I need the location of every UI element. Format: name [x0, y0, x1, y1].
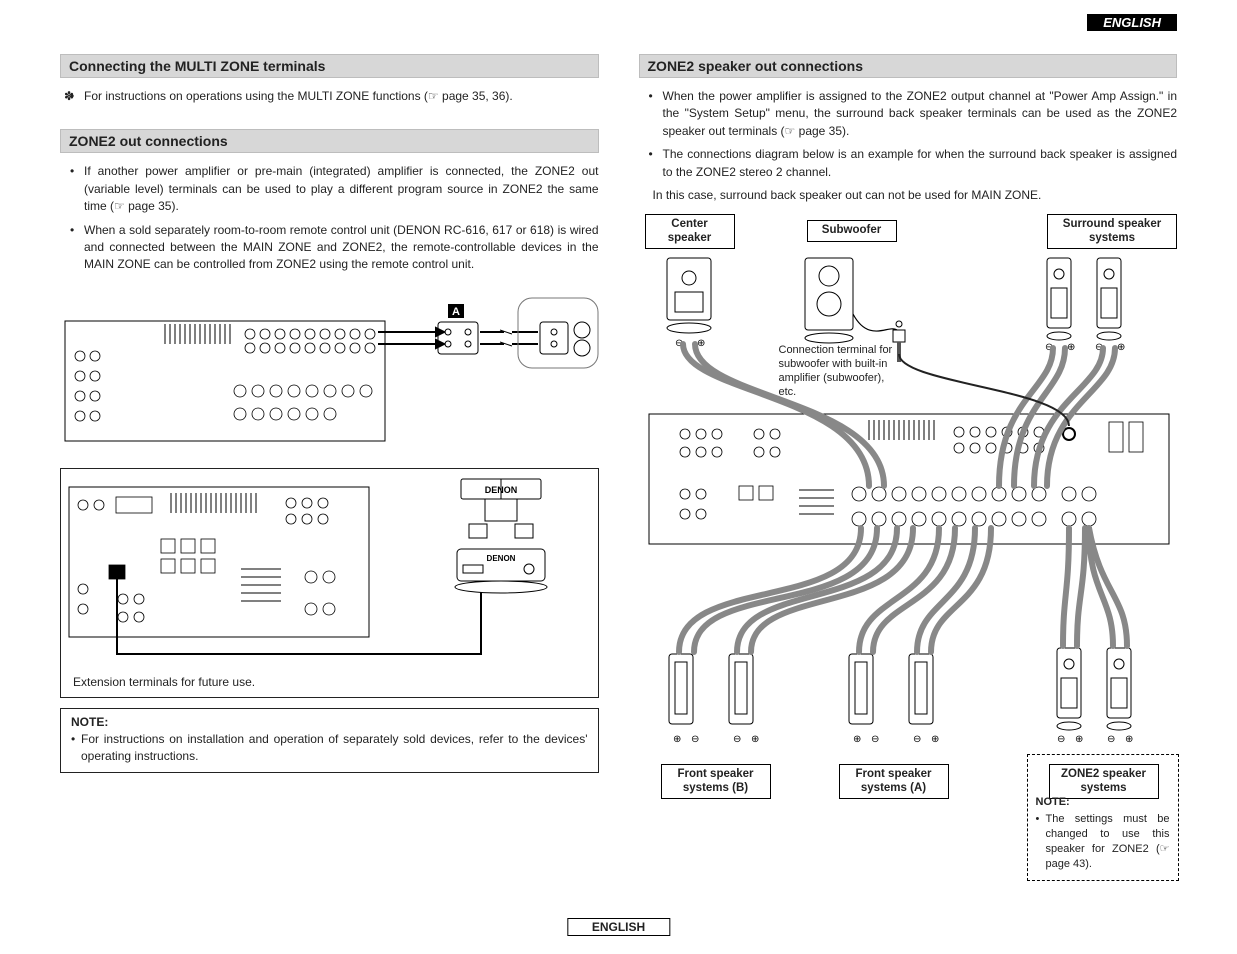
note-text-right: The settings must be changed to use this… [1046, 813, 1170, 870]
svg-text:DENON: DENON [487, 554, 516, 563]
zone2-speaker-bullets: When the power amplifier is assigned to … [639, 88, 1178, 181]
svg-text:⊖: ⊖ [733, 734, 741, 745]
label-front-a: Front speaker systems (A) [839, 764, 949, 798]
heading-multizone: Connecting the MULTI ZONE terminals [60, 54, 599, 78]
note-text: For instructions on installation and ope… [81, 732, 588, 763]
svg-text:⊖: ⊖ [691, 734, 699, 745]
svg-text:⊕: ⊕ [673, 734, 681, 745]
intro-list: ✽ For instructions on operations using t… [60, 88, 599, 105]
bullet-text: If another power amplifier or pre-main (… [84, 164, 599, 213]
zone2-out-bullets: If another power amplifier or pre-main (… [60, 163, 599, 273]
heading-zone2-out: ZONE2 out connections [60, 129, 599, 153]
intro-text: For instructions on operations using the… [84, 89, 513, 103]
note-title-right: NOTE: [1036, 795, 1170, 810]
svg-text:⊕: ⊕ [1075, 734, 1083, 745]
footer-language: ENGLISH [567, 918, 670, 936]
svg-text:⊕: ⊕ [1067, 342, 1075, 353]
label-front-b: Front speaker systems (B) [661, 764, 771, 798]
left-column: Connecting the MULTI ZONE terminals ✽ Fo… [60, 14, 599, 914]
diagram-zone2-speaker: Center speaker Subwoofer Surround speake… [639, 214, 1178, 914]
svg-text:⊕: ⊕ [1125, 734, 1133, 745]
note-box-left: NOTE: For instructions on installation a… [60, 708, 599, 774]
svg-text:⊖: ⊖ [1107, 734, 1115, 745]
svg-text:⊖: ⊖ [913, 734, 921, 745]
note-box-right: NOTE: • The settings must be changed to … [1027, 754, 1179, 880]
heading-zone2-speaker: ZONE2 speaker out connections [639, 54, 1178, 78]
followup-text: In this case, surround back speaker out … [639, 187, 1178, 204]
diagram-zone2-out: A [60, 286, 599, 456]
svg-text:⊕: ⊕ [751, 734, 759, 745]
language-tab: ENGLISH [1087, 14, 1177, 31]
bullet-text: When a sold separately room-to-room remo… [84, 223, 599, 272]
extension-label: Extension terminals for future use. [73, 675, 255, 689]
diagram-extension: DENON DENON Extension terminals for futu… [60, 468, 599, 698]
svg-text:⊖: ⊖ [871, 734, 879, 745]
svg-text:⊖: ⊖ [1057, 734, 1065, 745]
bullet-text: When the power amplifier is assigned to … [663, 89, 1178, 138]
right-column: ZONE2 speaker out connections When the p… [639, 14, 1178, 914]
bullet-text: The connections diagram below is an exam… [663, 147, 1178, 178]
diagram-tag-a: A [452, 306, 460, 318]
page-body: Connecting the MULTI ZONE terminals ✽ Fo… [0, 0, 1237, 924]
svg-text:⊕: ⊕ [1117, 342, 1125, 353]
svg-text:⊕: ⊕ [931, 734, 939, 745]
note-title: NOTE: [71, 715, 588, 729]
svg-text:⊕: ⊕ [853, 734, 861, 745]
